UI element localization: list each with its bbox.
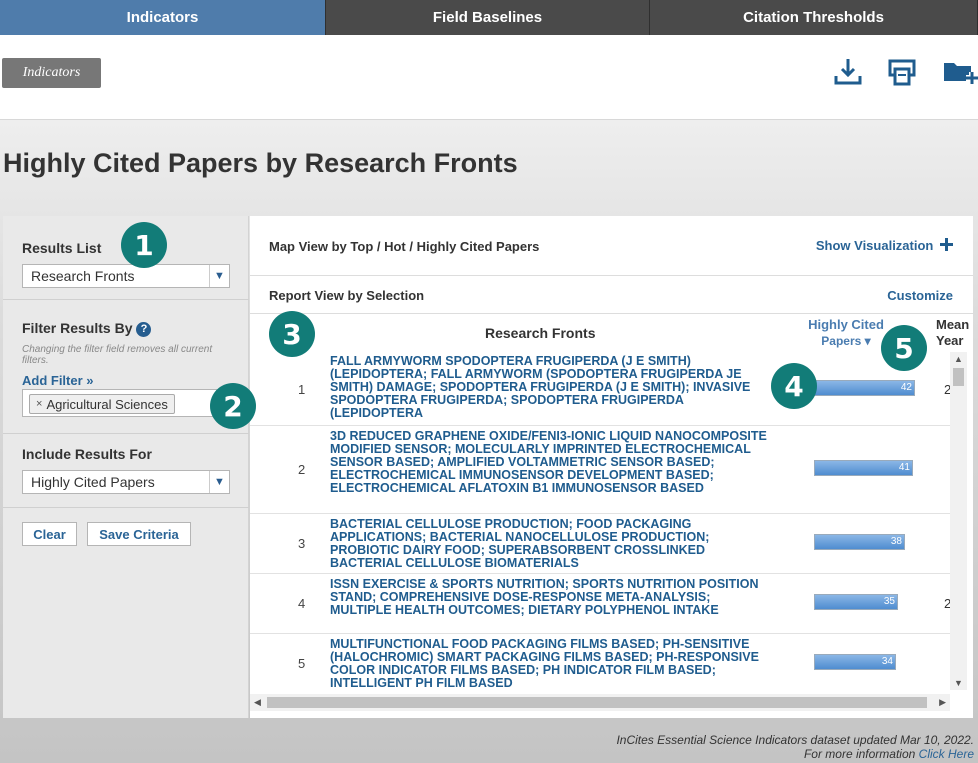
hcp-value: 38 xyxy=(890,536,902,547)
results-list-value: Research Fronts xyxy=(31,268,135,284)
horizontal-scroll-thumb[interactable] xyxy=(267,697,927,708)
callout-badge-2: 2 xyxy=(210,383,256,429)
filter-note: Changing the filter field removes all cu… xyxy=(22,344,213,366)
horizontal-scrollbar[interactable]: ◀ ▶ xyxy=(250,694,950,711)
table-header: Research Fronts Highly Cited Papers ▾ Me… xyxy=(250,314,973,352)
callout-badge-5: 5 xyxy=(881,325,927,371)
footer-line2: For more information Click Here xyxy=(616,747,974,761)
scroll-right-icon[interactable]: ▶ xyxy=(939,697,946,708)
table-row: 3 BACTERIAL CELLULOSE PRODUCTION; FOOD P… xyxy=(250,514,950,574)
footer-note: InCites Essential Science Indicators dat… xyxy=(616,733,974,761)
column-research-fronts[interactable]: Research Fronts xyxy=(485,325,595,341)
hcp-bar: 38 xyxy=(814,534,905,550)
results-panel: Map View by Top / Hot / Highly Cited Pap… xyxy=(250,216,973,718)
table-row: 5 MULTIFUNCTIONAL FOOD PACKAGING FILMS B… xyxy=(250,634,950,690)
toolbar: Indicators xyxy=(0,35,978,120)
click-here-link[interactable]: Click Here xyxy=(919,747,974,761)
hcp-bar: 42 xyxy=(814,380,915,396)
page-title: Highly Cited Papers by Research Fronts xyxy=(3,148,518,178)
row-number: 1 xyxy=(298,382,306,397)
mean-header-line1: Mean xyxy=(936,317,970,332)
save-criteria-button[interactable]: Save Criteria xyxy=(87,522,191,546)
clear-button[interactable]: Clear xyxy=(22,522,77,546)
column-highly-cited-papers[interactable]: Highly Cited Papers ▾ xyxy=(798,317,894,349)
chevron-down-icon[interactable]: ▼ xyxy=(209,265,229,287)
filter-chip[interactable]: × Agricultural Sciences xyxy=(29,394,175,414)
plus-icon[interactable] xyxy=(940,238,953,251)
results-list-label: Results List xyxy=(22,240,102,256)
tab-indicators[interactable]: Indicators xyxy=(0,0,326,35)
footer-line2-text: For more information xyxy=(803,747,919,761)
row-number: 3 xyxy=(298,536,306,551)
filter-chip-label: Agricultural Sciences xyxy=(46,396,168,412)
filter-label-text: Filter Results By xyxy=(22,320,133,336)
footer-line1: InCites Essential Science Indicators dat… xyxy=(616,733,974,747)
column-mean-year[interactable]: Mean Year xyxy=(936,317,969,349)
scroll-left-icon[interactable]: ◀ xyxy=(254,697,261,708)
include-results-select[interactable]: Highly Cited Papers ▼ xyxy=(22,470,230,494)
show-visualization-label: Show Visualization xyxy=(815,238,934,253)
breadcrumb[interactable]: Indicators xyxy=(2,58,101,88)
include-results-label: Include Results For xyxy=(22,446,152,462)
report-view-title: Report View by Selection xyxy=(269,288,425,303)
results-table-body: 1 FALL ARMYWORM SPODOPTERA FRUGIPERDA (J… xyxy=(250,352,950,690)
filter-chip-box[interactable]: × Agricultural Sciences xyxy=(22,389,217,417)
report-view-bar: Report View by Selection Customize xyxy=(250,276,973,314)
show-visualization-link[interactable]: Show Visualization xyxy=(816,238,953,253)
add-to-folder-icon[interactable] xyxy=(943,57,978,87)
hcp-value: 41 xyxy=(898,462,910,473)
map-view-title: Map View by Top / Hot / Highly Cited Pap… xyxy=(269,239,540,254)
table-row: 2 3D REDUCED GRAPHENE OXIDE/FENI3-IONIC … xyxy=(250,426,950,514)
scroll-up-icon[interactable]: ▲ xyxy=(954,354,963,364)
tab-citation-thresholds[interactable]: Citation Thresholds xyxy=(650,0,978,35)
mean-header-line2: Year xyxy=(936,333,964,348)
customize-link[interactable]: Customize xyxy=(887,288,953,303)
download-icon[interactable] xyxy=(833,57,863,87)
hcp-header-line1: Highly Cited xyxy=(808,317,884,332)
research-front-link[interactable]: FALL ARMYWORM SPODOPTERA FRUGIPERDA (J E… xyxy=(330,355,770,420)
hcp-bar: 34 xyxy=(814,654,896,670)
print-icon[interactable] xyxy=(887,57,917,87)
map-view-bar: Map View by Top / Hot / Highly Cited Pap… xyxy=(250,216,973,276)
tab-field-baselines[interactable]: Field Baselines xyxy=(326,0,650,35)
hcp-header-line2: Papers ▾ xyxy=(821,334,871,348)
callout-badge-4: 4 xyxy=(771,363,817,409)
filter-results-label: Filter Results By? xyxy=(22,320,152,337)
scroll-down-icon[interactable]: ▼ xyxy=(954,678,963,688)
top-tab-bar: Indicators Field Baselines Citation Thre… xyxy=(0,0,978,35)
table-row: 1 FALL ARMYWORM SPODOPTERA FRUGIPERDA (J… xyxy=(250,352,950,426)
research-front-link[interactable]: MULTIFUNCTIONAL FOOD PACKAGING FILMS BAS… xyxy=(330,638,770,690)
research-front-link[interactable]: 3D REDUCED GRAPHENE OXIDE/FENI3-IONIC LI… xyxy=(330,430,770,495)
research-front-link[interactable]: ISSN EXERCISE & SPORTS NUTRITION; SPORTS… xyxy=(330,578,770,617)
research-front-link[interactable]: BACTERIAL CELLULOSE PRODUCTION; FOOD PAC… xyxy=(330,518,770,570)
help-icon[interactable]: ? xyxy=(136,321,152,337)
row-number: 4 xyxy=(298,596,306,611)
callout-badge-3: 3 xyxy=(269,311,315,357)
filter-panel: Results List Research Fronts ▼ Filter Re… xyxy=(3,216,249,718)
hcp-value: 35 xyxy=(883,596,895,607)
include-results-value: Highly Cited Papers xyxy=(31,474,155,490)
row-number: 5 xyxy=(298,656,306,671)
results-list-select[interactable]: Research Fronts ▼ xyxy=(22,264,230,288)
hcp-value: 42 xyxy=(900,382,912,393)
callout-badge-1: 1 xyxy=(121,222,167,268)
remove-chip-icon[interactable]: × xyxy=(36,398,42,410)
hcp-bar: 41 xyxy=(814,460,913,476)
hcp-bar: 35 xyxy=(814,594,898,610)
table-row: 4 ISSN EXERCISE & SPORTS NUTRITION; SPOR… xyxy=(250,574,950,634)
vertical-scroll-thumb[interactable] xyxy=(953,368,964,386)
vertical-scrollbar[interactable]: ▲ ▼ xyxy=(950,352,967,690)
hcp-value: 34 xyxy=(881,656,893,667)
include-results-section: Include Results For Highly Cited Papers … xyxy=(3,434,249,508)
add-filter-link[interactable]: Add Filter » xyxy=(22,373,94,388)
chevron-down-icon[interactable]: ▼ xyxy=(209,471,229,493)
row-number: 2 xyxy=(298,462,306,477)
